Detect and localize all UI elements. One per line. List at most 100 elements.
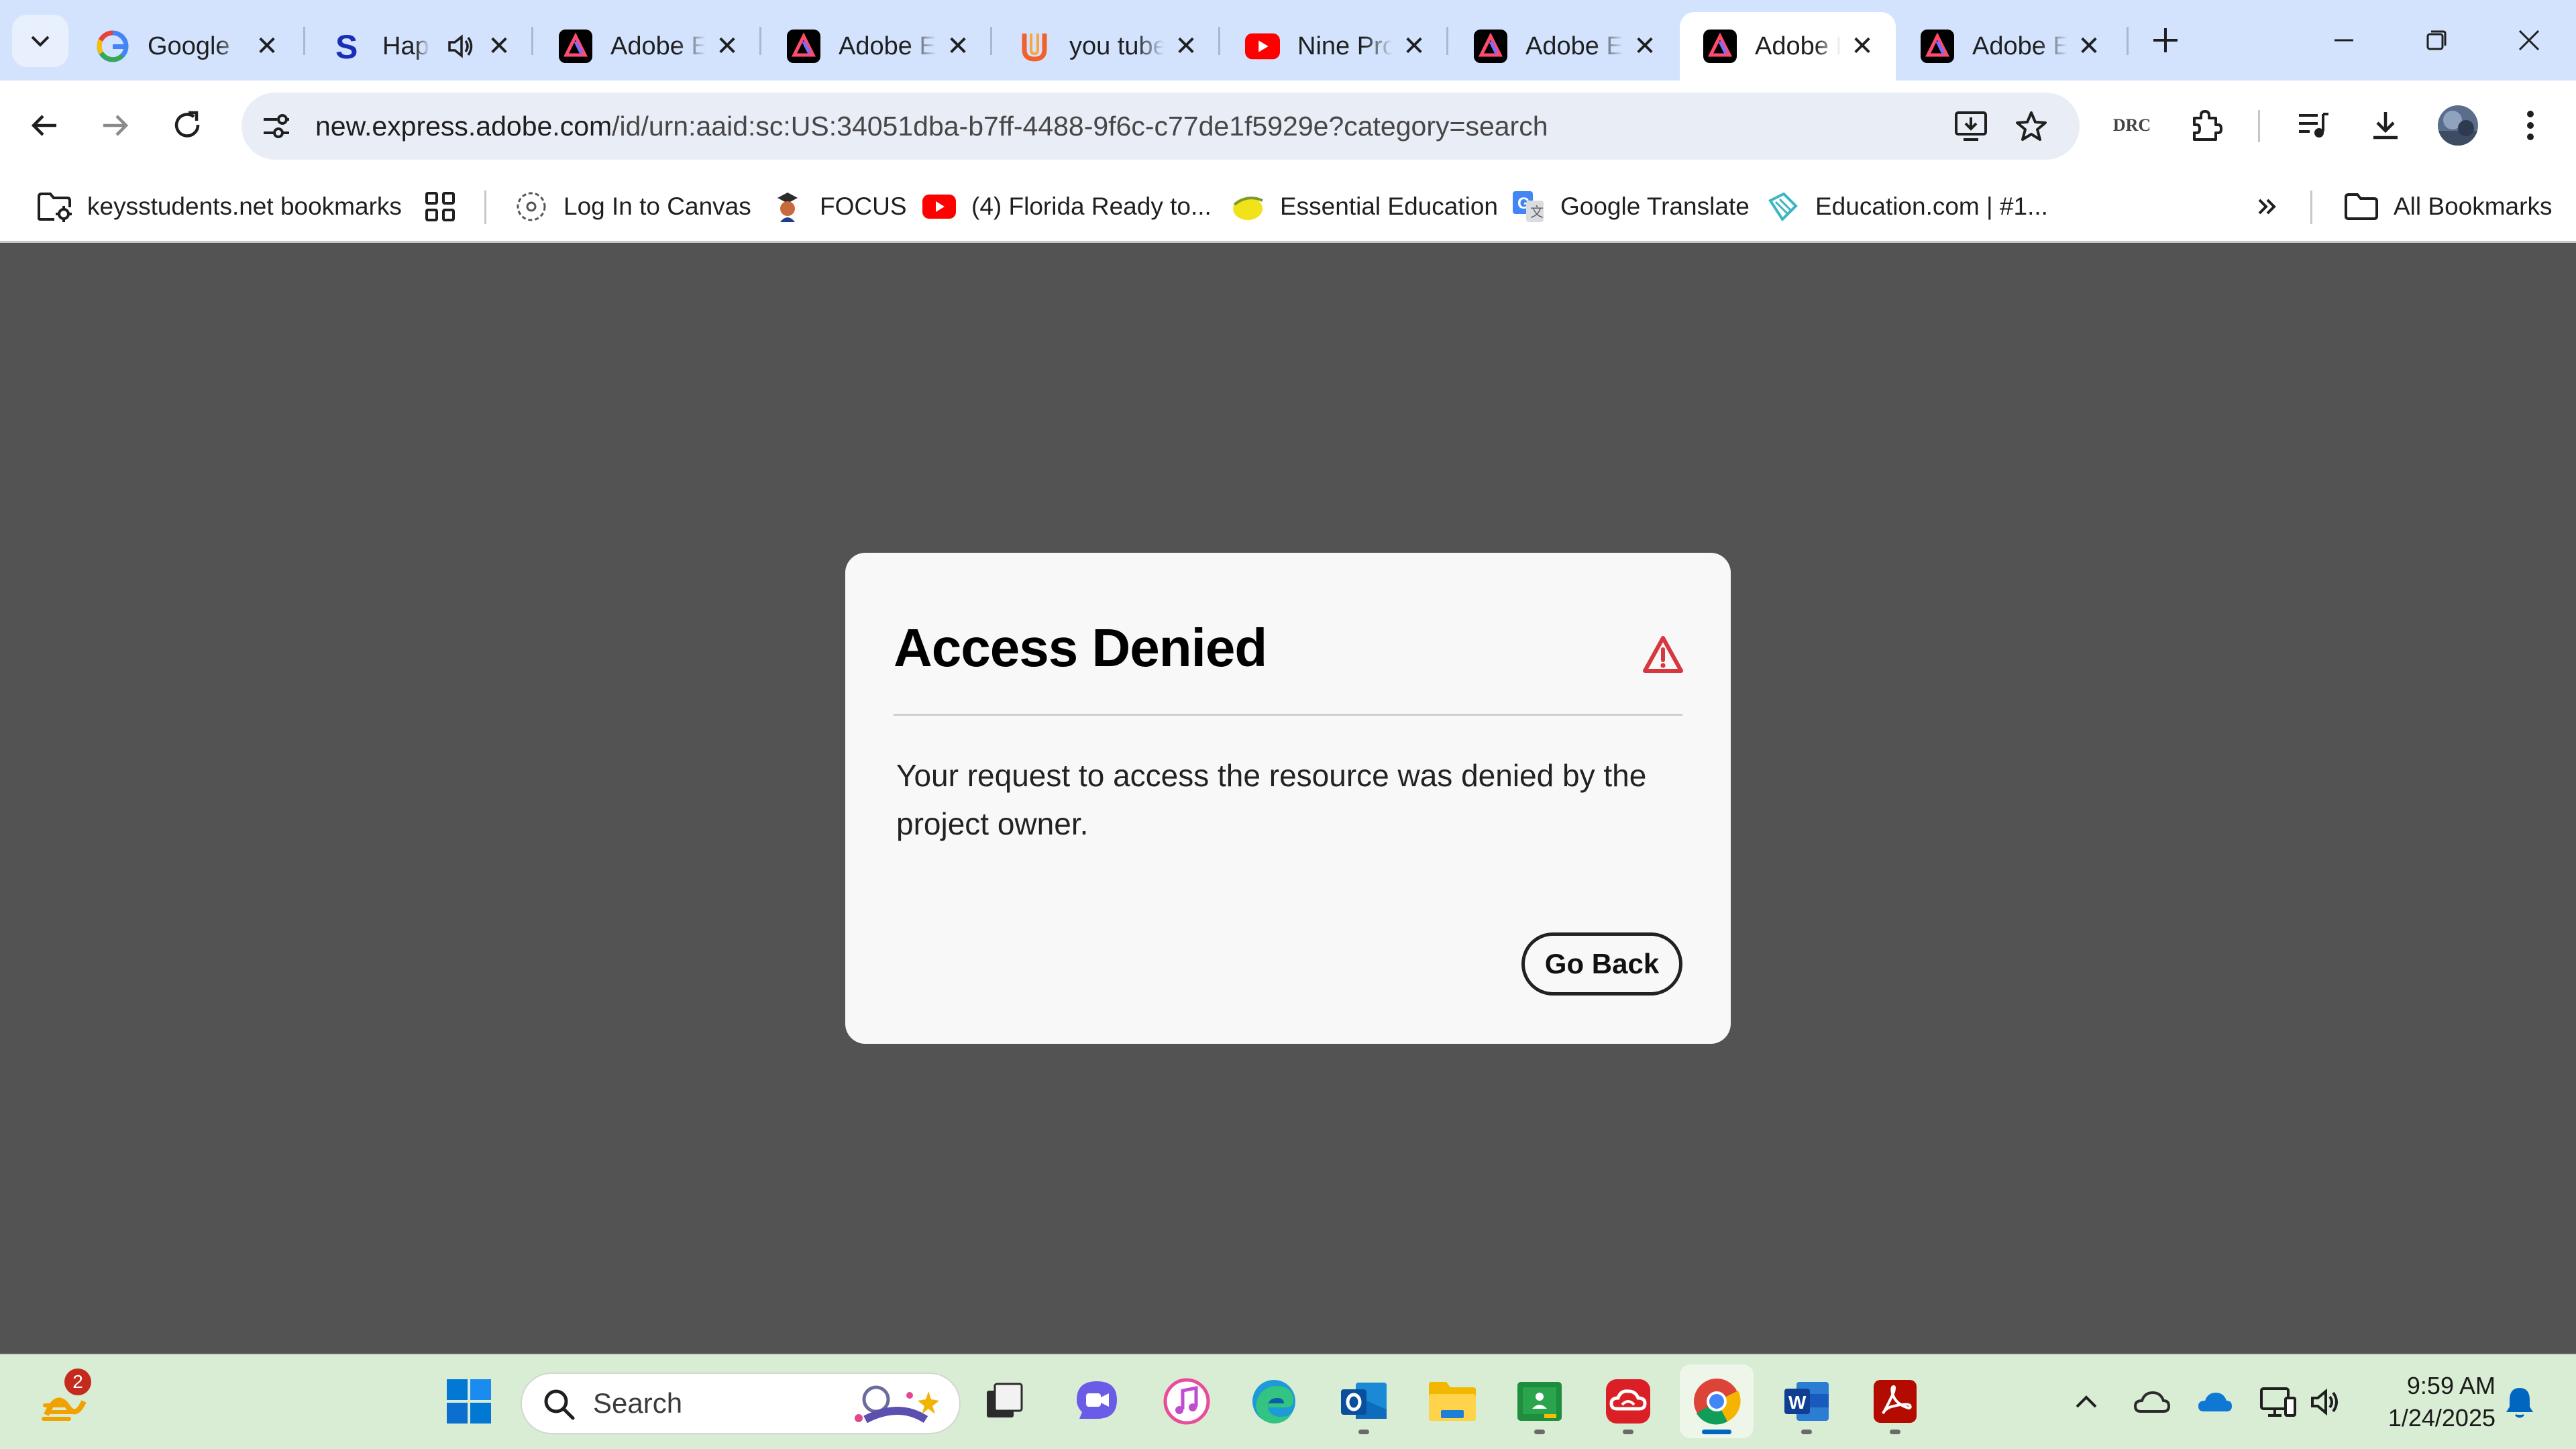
chrome-browser-icon (1694, 1379, 1741, 1425)
chrome-app[interactable] (1680, 1364, 1754, 1438)
tab-nine-protect[interactable]: Nine Protect ✕ (1222, 12, 1448, 80)
bookmark-florida-ready[interactable]: (4) Florida Ready to... (920, 170, 1212, 243)
system-clock[interactable]: 9:59 AM 1/24/2025 (2361, 1370, 2496, 1434)
task-view-icon (987, 1383, 1023, 1417)
running-indicator (1358, 1430, 1369, 1434)
google-classroom-app[interactable] (1503, 1364, 1576, 1438)
media-controls-button[interactable] (2286, 99, 2340, 152)
url-text[interactable]: new.express.adobe.com/id/urn:aaid:sc:US:… (315, 93, 1548, 160)
tab-happy[interactable]: S Happy ✕ (307, 12, 533, 80)
close-icon[interactable]: ✕ (2074, 32, 2104, 61)
weather-widget[interactable]: 2 (27, 1364, 101, 1438)
profile-avatar-button[interactable] (2431, 99, 2485, 152)
extensions-button[interactable] (2179, 99, 2233, 152)
speaker-icon[interactable] (443, 29, 478, 64)
tab-adobe-express[interactable]: Adobe Express ✕ (1450, 12, 1678, 80)
tab-title: Adobe Express (839, 32, 936, 60)
tab-separator (303, 27, 305, 55)
taskbar-search-box[interactable]: Search (521, 1373, 961, 1434)
bookmark-essential-education[interactable]: Essential Education (1229, 170, 1498, 243)
minimize-button[interactable] (2317, 13, 2371, 67)
start-button[interactable] (432, 1364, 506, 1438)
word-app[interactable]: W (1770, 1364, 1843, 1438)
tab-you-tube[interactable]: you tube ✕ (994, 12, 1220, 80)
network-icon[interactable] (2251, 1375, 2305, 1429)
notifications-button[interactable] (2493, 1375, 2546, 1429)
avatar (2438, 105, 2478, 146)
bookmark-focus[interactable]: FOCUS (769, 170, 907, 243)
bookmark-keysstudents-folder[interactable]: keysstudents.net bookmarks (36, 170, 402, 243)
new-tab-button[interactable] (2145, 20, 2186, 60)
folder-icon (2343, 188, 2380, 225)
site-settings-icon[interactable] (258, 107, 295, 145)
forward-button[interactable] (89, 99, 142, 152)
close-icon[interactable]: ✕ (1399, 32, 1429, 61)
tab-adobe-express[interactable]: Adobe Express ✕ (535, 12, 761, 80)
creative-cloud-icon (1606, 1379, 1650, 1424)
close-icon[interactable]: ✕ (1630, 32, 1660, 61)
address-bar[interactable]: new.express.adobe.com/id/urn:aaid:sc:US:… (241, 93, 2080, 160)
close-window-button[interactable] (2502, 13, 2556, 67)
u-logo-icon (1017, 29, 1052, 64)
running-indicator (1801, 1430, 1812, 1434)
edge-app[interactable] (1237, 1364, 1311, 1438)
drc-extension-button[interactable]: DRC (2105, 99, 2159, 152)
task-view-button[interactable] (967, 1364, 1041, 1438)
svg-text:文: 文 (1530, 204, 1544, 220)
tab-google[interactable]: Google ✕ (72, 12, 301, 80)
bookmark-label: Log In to Canvas (564, 193, 751, 220)
bookmarks-overflow-button[interactable] (2249, 170, 2286, 243)
teams-app[interactable] (1060, 1364, 1134, 1438)
queue-music-icon (2299, 113, 2328, 138)
dialog-divider (894, 714, 1682, 716)
acrobat-app[interactable] (1858, 1364, 1932, 1438)
close-icon[interactable]: ✕ (1171, 32, 1201, 61)
onedrive-cloud-icon[interactable] (2188, 1375, 2242, 1429)
tab-title: Happy (382, 32, 429, 60)
close-icon[interactable]: ✕ (943, 32, 973, 61)
restore-icon (2426, 30, 2447, 50)
svg-text:S: S (335, 29, 358, 64)
clock-date: 1/24/2025 (2387, 1404, 2496, 1432)
bookmark-google-translate[interactable]: G文 Google Translate (1509, 170, 1750, 243)
bookmark-education-com[interactable]: Education.com | #1... (1764, 170, 2048, 243)
file-explorer-app[interactable] (1415, 1364, 1489, 1438)
close-icon[interactable]: ✕ (1847, 32, 1877, 61)
tab-adobe-express[interactable]: Adobe Express ✕ (763, 12, 991, 80)
itunes-app[interactable] (1150, 1364, 1224, 1438)
onedrive-personal-icon[interactable] (2125, 1375, 2179, 1429)
bookmark-star-icon[interactable] (2012, 107, 2050, 145)
restore-button[interactable] (2410, 13, 2463, 67)
running-indicator (1623, 1430, 1633, 1434)
all-bookmarks-label: All Bookmarks (2394, 193, 2553, 220)
downloads-button[interactable] (2359, 99, 2412, 152)
tab-search-button[interactable] (12, 15, 68, 67)
tab-adobe-express[interactable]: Adobe Express ✕ (1897, 12, 2123, 80)
bookmark-log-in-to-canvas[interactable]: Log In to Canvas (513, 170, 751, 243)
back-button[interactable] (17, 99, 71, 152)
close-icon[interactable]: ✕ (712, 32, 742, 61)
go-back-button[interactable]: Go Back (1521, 932, 1682, 996)
adobe-express-icon (1920, 29, 1955, 64)
outlook-app[interactable] (1327, 1364, 1401, 1438)
tab-adobe-express-active[interactable]: Adobe Express ✕ (1680, 12, 1896, 80)
running-indicator (1702, 1430, 1731, 1434)
install-app-icon[interactable] (1952, 107, 1990, 145)
download-icon (2373, 112, 2398, 140)
show-hidden-icons-button[interactable] (2059, 1375, 2113, 1429)
volume-icon[interactable] (2300, 1375, 2353, 1429)
svg-text:W: W (1788, 1392, 1807, 1413)
close-icon[interactable]: ✕ (252, 32, 282, 61)
folder-icon (1429, 1382, 1476, 1421)
close-icon[interactable]: ✕ (484, 32, 514, 61)
dialog-message: Your request to access the resource was … (896, 758, 1647, 841)
double-chevron-right-icon (2249, 188, 2286, 225)
browser-menu-button[interactable] (2504, 99, 2557, 152)
all-bookmarks-button[interactable]: All Bookmarks (2343, 170, 2552, 243)
bookmark-apps[interactable] (421, 170, 459, 243)
reload-button[interactable] (161, 99, 215, 152)
creative-cloud-app[interactable] (1591, 1364, 1665, 1438)
outlook-icon (1341, 1383, 1387, 1419)
search-placeholder: Search (593, 1387, 683, 1419)
url-host: new.express.adobe.com (315, 111, 612, 142)
